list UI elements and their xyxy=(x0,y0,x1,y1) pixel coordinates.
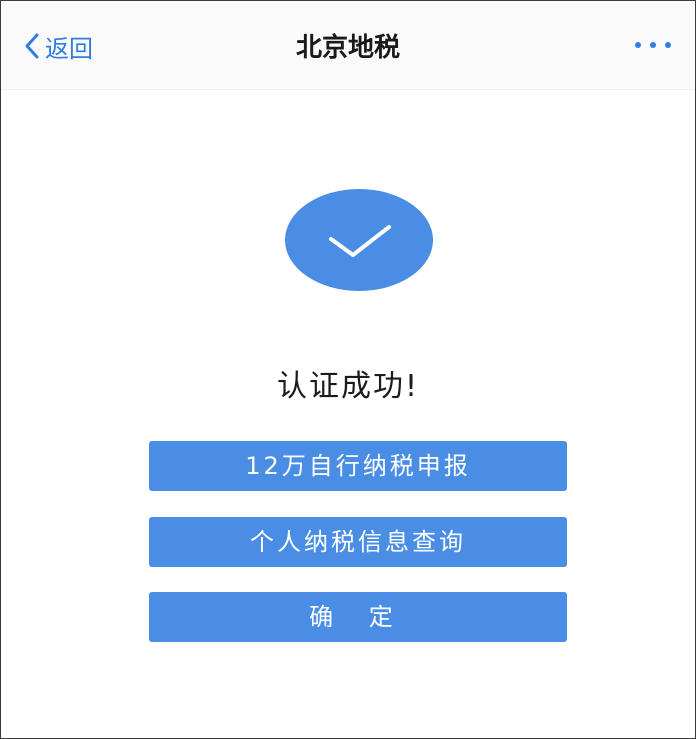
success-badge xyxy=(285,189,433,291)
more-dots-icon[interactable] xyxy=(635,39,671,51)
navigation-bar: 返回 北京地税 xyxy=(1,1,695,90)
self-declaration-button[interactable]: 12万自行纳税申报 xyxy=(149,441,567,491)
app-screen: 返回 北京地税 认证成功! 12万自行纳税申报 个人纳税信息查询 确 定 xyxy=(0,0,696,739)
dot xyxy=(665,42,671,48)
page-title: 北京地税 xyxy=(295,33,400,63)
dot xyxy=(650,42,656,48)
success-message: 认证成功! xyxy=(276,369,420,404)
dot xyxy=(635,42,641,48)
tax-info-query-button[interactable]: 个人纳税信息查询 xyxy=(149,517,567,567)
confirm-button[interactable]: 确 定 xyxy=(149,592,567,642)
checkmark-icon xyxy=(329,225,391,257)
